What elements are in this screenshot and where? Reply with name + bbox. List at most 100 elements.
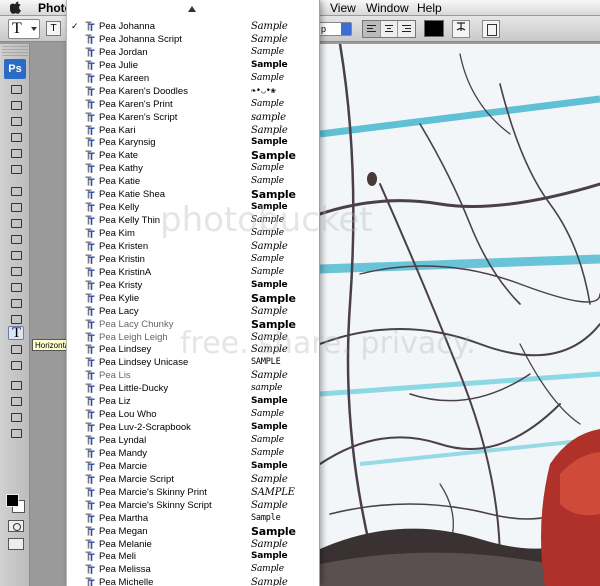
font-sample: Sample [251,564,284,575]
align-left-button[interactable] [363,21,381,37]
font-list-item[interactable]: Pea Melanie Sample [67,538,319,551]
text-orientation-button[interactable]: T [46,21,61,36]
eyedropper-tool-icon[interactable] [8,162,24,176]
font-list-item[interactable]: ✓ Pea Johanna Sample [67,20,319,33]
font-list-item[interactable]: Pea Karen's Doodles ❧•◡•❀ [67,85,319,98]
character-panel-button[interactable] [482,20,500,38]
document-canvas[interactable] [320,44,600,586]
font-list-item[interactable]: Pea Katie Sample [67,175,319,188]
truetype-icon [85,241,95,251]
gradient-tool-icon[interactable] [8,264,24,278]
font-list-item[interactable]: Pea Kelly Thin Sample [67,214,319,227]
font-list-item[interactable]: Pea Kelly Sample [67,201,319,214]
font-sample: Sample [251,188,296,202]
align-center-button[interactable] [381,21,399,37]
antialias-select[interactable]: p [318,22,352,36]
truetype-icon [85,344,95,355]
font-list-item[interactable]: Pea Liz Sample [67,395,319,408]
font-list-item[interactable]: Pea Kylie Sample [67,292,319,305]
history-brush-tool-icon[interactable] [8,232,24,246]
horizontal-type-tool-icon[interactable]: T [8,325,24,341]
font-sample: Sample [251,98,284,109]
font-list-item[interactable]: Pea Lyndal Sample [67,434,319,447]
dodge-tool-icon[interactable] [8,296,24,310]
tool-preset-picker[interactable]: T [8,19,40,39]
font-list-item[interactable]: Pea Lindsey Unicase SAMPLE [67,356,319,369]
warp-text-button[interactable] [452,20,470,38]
healing-brush-tool-icon[interactable] [8,184,24,198]
font-list-item[interactable]: Pea Jordan Sample [67,46,319,59]
font-list-item[interactable]: Pea Karen's Script sample [67,111,319,124]
blur-tool-icon[interactable] [8,280,24,294]
menu-help[interactable]: Help [417,1,442,15]
font-list-item[interactable]: Pea Kari Sample [67,124,319,137]
menu-window[interactable]: Window [366,1,409,15]
font-name: Pea Kim [99,228,135,239]
crop-tool-icon[interactable] [8,146,24,160]
font-list-item[interactable]: Pea Mandy Sample [67,447,319,460]
font-list-item[interactable]: Pea Marcie Sample [67,460,319,473]
truetype-icon [85,487,95,497]
apple-icon[interactable] [10,1,22,14]
font-list-item[interactable]: Pea Johanna Script Sample [67,33,319,46]
font-sample: Sample [251,317,296,331]
font-list-item[interactable]: Pea Katie Shea Sample [67,188,319,202]
font-list-item[interactable]: Pea Kim Sample [67,227,319,240]
zoom-tool-icon[interactable] [8,426,24,440]
font-list-item[interactable]: Pea Kristen Sample [67,240,319,253]
quick-selection-tool-icon[interactable] [8,130,24,144]
foreground-color-swatch[interactable] [6,494,19,507]
font-list-item[interactable]: Pea Lis Sample [67,369,319,382]
hand-tool-icon[interactable] [8,410,24,424]
font-list-item[interactable]: Pea Lacy Chunky Sample [67,317,319,331]
font-list-item[interactable]: Pea Martha Sample [67,512,319,525]
panel-grip[interactable] [2,46,28,56]
lasso-tool-icon[interactable] [8,114,24,128]
brush-tool-icon[interactable] [8,200,24,214]
font-name: Pea Mandy [99,447,148,459]
text-color-swatch[interactable] [424,20,444,37]
move-tool-icon[interactable] [8,82,24,96]
font-list-item[interactable]: Pea KristinA Sample [67,266,319,279]
font-sample: Sample [251,370,288,382]
font-list-item[interactable]: Pea Megan Sample [67,525,319,538]
quick-mask-button[interactable] [8,520,24,532]
font-list-item[interactable]: Pea Lindsey Sample [67,343,319,356]
font-list-item[interactable]: Pea Meli Sample [67,550,319,563]
font-list-item[interactable]: Pea Marcie's Skinny Print SAMPLE [67,486,319,499]
font-list-item[interactable]: Pea Michelle Sample [67,576,319,586]
eraser-tool-icon[interactable] [8,248,24,262]
font-list-item[interactable]: Pea Leigh Leigh Sample [67,331,319,344]
font-list-item[interactable]: Pea Kareen Sample [67,72,319,85]
font-list-item[interactable]: Pea Karen's Print Sample [67,98,319,111]
font-list-item[interactable]: Pea Kristy Sample [67,279,319,292]
scroll-up-arrow-icon[interactable] [188,6,196,12]
shape-tool-icon[interactable] [8,358,24,372]
font-family-dropdown[interactable]: ✓ Pea Johanna Sample Pea Johanna Script Samp… [66,0,320,586]
font-list-item[interactable]: Pea Luv-2-Scrapbook Sample [67,421,319,434]
marquee-tool-icon[interactable] [8,98,24,112]
font-sample: ❧•◡•❀ [251,85,276,96]
font-list-item[interactable]: Pea Marcie's Skinny Script Sample [67,499,319,512]
align-right-button[interactable] [398,21,415,37]
font-list-item[interactable]: Pea Little-Ducky sample [67,382,319,395]
font-list-item[interactable]: Pea Melissa Sample [67,563,319,576]
font-sample: Sample [251,447,284,458]
font-list-item[interactable]: Pea Lacy Sample [67,305,319,318]
font-name: Pea Melanie [99,538,152,550]
eyedropper2-tool-icon[interactable] [8,394,24,408]
path-selection-tool-icon[interactable] [8,342,24,356]
font-list-item[interactable]: Pea Kate Sample [67,149,319,162]
font-list-item[interactable]: Pea Lou Who Sample [67,408,319,421]
notes-tool-icon[interactable] [8,378,24,392]
screen-mode-button[interactable] [8,538,24,550]
font-list-item[interactable]: Pea Kathy Sample [67,162,319,175]
font-list-item[interactable]: Pea Marcie Script Sample [67,473,319,486]
pen-tool-icon[interactable] [8,312,24,326]
font-sample: Sample [251,124,288,136]
font-list-item[interactable]: Pea Julie Sample [67,59,319,72]
clone-stamp-tool-icon[interactable] [8,216,24,230]
font-list-item[interactable]: Pea Karynsig Sample [67,136,319,149]
font-list-item[interactable]: Pea Kristin Sample [67,253,319,266]
menu-view[interactable]: View [330,1,356,15]
